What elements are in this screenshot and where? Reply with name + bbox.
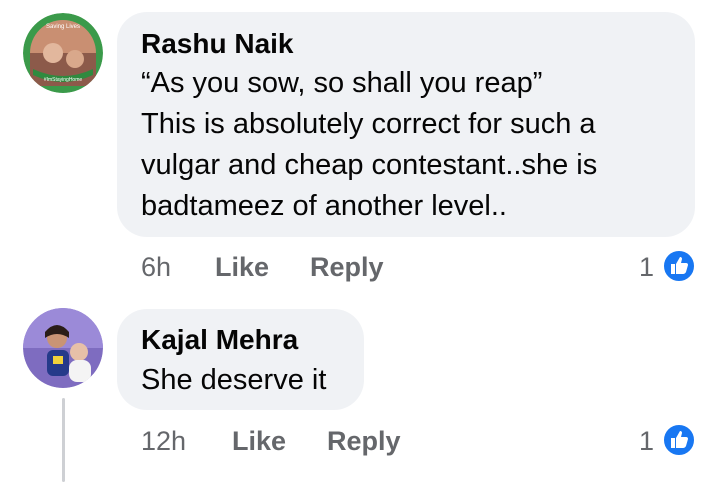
thumbs-up-icon[interactable] (662, 423, 696, 462)
thumbs-up-icon[interactable] (662, 249, 696, 288)
comment-text-line: vulgar and cheap contestant..she is (141, 149, 598, 181)
comment-text-line: This is absolutely correct for such a (141, 108, 596, 140)
reaction-count[interactable]: 1 (639, 426, 654, 457)
comment-text-line: “As you sow, so shall you reap” (141, 67, 543, 99)
like-button[interactable]: Like (232, 426, 286, 457)
comment-author[interactable]: Kajal Mehra (141, 324, 298, 356)
comment-timestamp[interactable]: 6h (141, 252, 171, 283)
reply-button[interactable]: Reply (327, 426, 401, 457)
comment-author[interactable]: Rashu Naik (141, 28, 294, 60)
avatar-rashu-naik[interactable]: Saving Lives #ImStayingHome (23, 13, 103, 93)
like-button[interactable]: Like (215, 252, 269, 283)
comment-text-line: She deserve it (141, 364, 327, 396)
reaction-count[interactable]: 1 (639, 252, 654, 283)
avatar-badge-top: Saving Lives (46, 24, 80, 30)
avatar-badge-bottom: #ImStayingHome (44, 77, 83, 83)
reply-button[interactable]: Reply (310, 252, 384, 283)
avatar-kajal-mehra[interactable] (23, 308, 103, 388)
comment-timestamp[interactable]: 12h (141, 426, 186, 457)
comment-text-line: badtameez of another level.. (141, 190, 507, 222)
reply-thread-line (62, 398, 65, 482)
